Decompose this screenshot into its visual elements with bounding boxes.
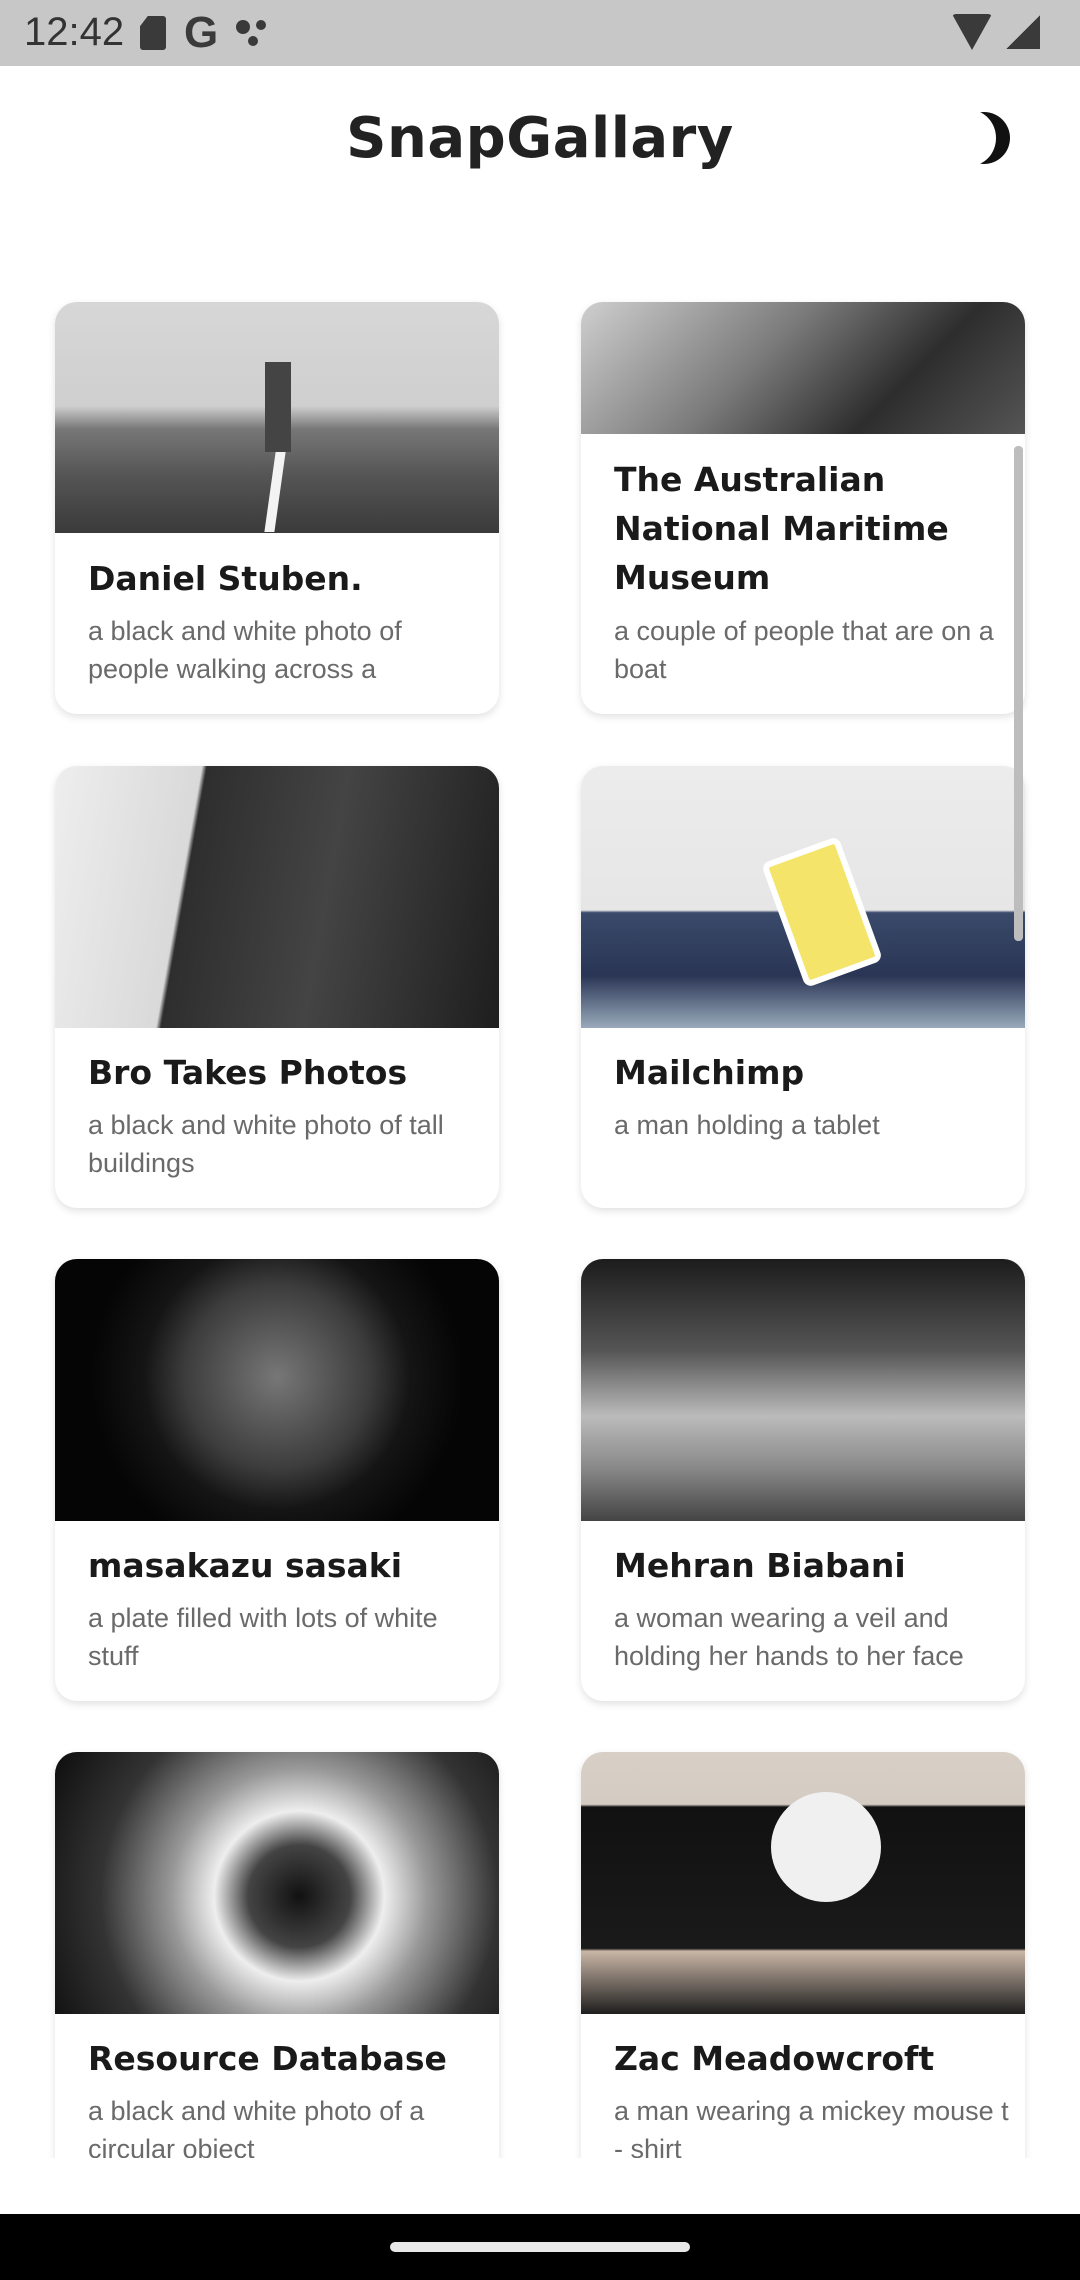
gallery-card[interactable]: Bro Takes Photos a black and white photo…	[55, 766, 499, 1208]
card-title: Mailchimp	[614, 1053, 805, 1092]
card-photo	[581, 766, 1025, 1028]
gallery-card[interactable]: Mehran Biabani a woman wearing a veil an…	[581, 1259, 1025, 1701]
card-photo	[581, 302, 1025, 434]
card-description: a woman wearing a veil and holding her h…	[614, 1603, 964, 1671]
gallery-card[interactable]: Daniel Stuben. a black and white photo o…	[55, 302, 499, 714]
card-title: The Australian National Maritime Museum	[614, 460, 949, 597]
card-description: a plate filled with lots of white stuff	[88, 1603, 438, 1671]
home-gesture-handle[interactable]	[390, 2242, 690, 2252]
card-photo	[55, 302, 499, 533]
gallery-card[interactable]: Zac Meadowcroft a man wearing a mickey m…	[581, 1752, 1025, 2158]
card-description: a black and white photo of a circular ob…	[88, 2096, 425, 2158]
card-description: a black and white photo of people walkin…	[88, 616, 402, 684]
card-photo	[581, 1259, 1025, 1521]
gallery-card[interactable]: Mailchimp a man holding a tablet	[581, 766, 1025, 1208]
card-title: Zac Meadowcroft	[614, 2039, 935, 2078]
gallery-card[interactable]: The Australian National Maritime Museum …	[581, 302, 1025, 714]
card-description: a black and white photo of tall building…	[88, 1110, 444, 1178]
card-description: a man holding a tablet	[614, 1110, 880, 1140]
card-photo	[55, 1259, 499, 1521]
card-title: Daniel Stuben.	[88, 559, 363, 598]
card-title: masakazu sasaki	[88, 1546, 403, 1585]
gallery-grid[interactable]: Daniel Stuben. a black and white photo o…	[0, 0, 1080, 2158]
card-photo	[581, 1752, 1025, 2014]
gallery-card[interactable]: masakazu sasaki a plate filled with lots…	[55, 1259, 499, 1701]
card-title: Mehran Biabani	[614, 1546, 906, 1585]
card-title: Bro Takes Photos	[88, 1053, 408, 1092]
card-photo	[55, 766, 499, 1028]
card-title: Resource Database	[88, 2039, 447, 2078]
card-photo	[55, 1752, 499, 2014]
system-nav-bar	[0, 2214, 1080, 2280]
card-description: a man wearing a mickey mouse t - shirt	[614, 2096, 1009, 2158]
card-description: a couple of people that are on a boat	[614, 616, 994, 684]
scrollbar-thumb[interactable]	[1014, 446, 1023, 941]
gallery-card[interactable]: Resource Database a black and white phot…	[55, 1752, 499, 2158]
